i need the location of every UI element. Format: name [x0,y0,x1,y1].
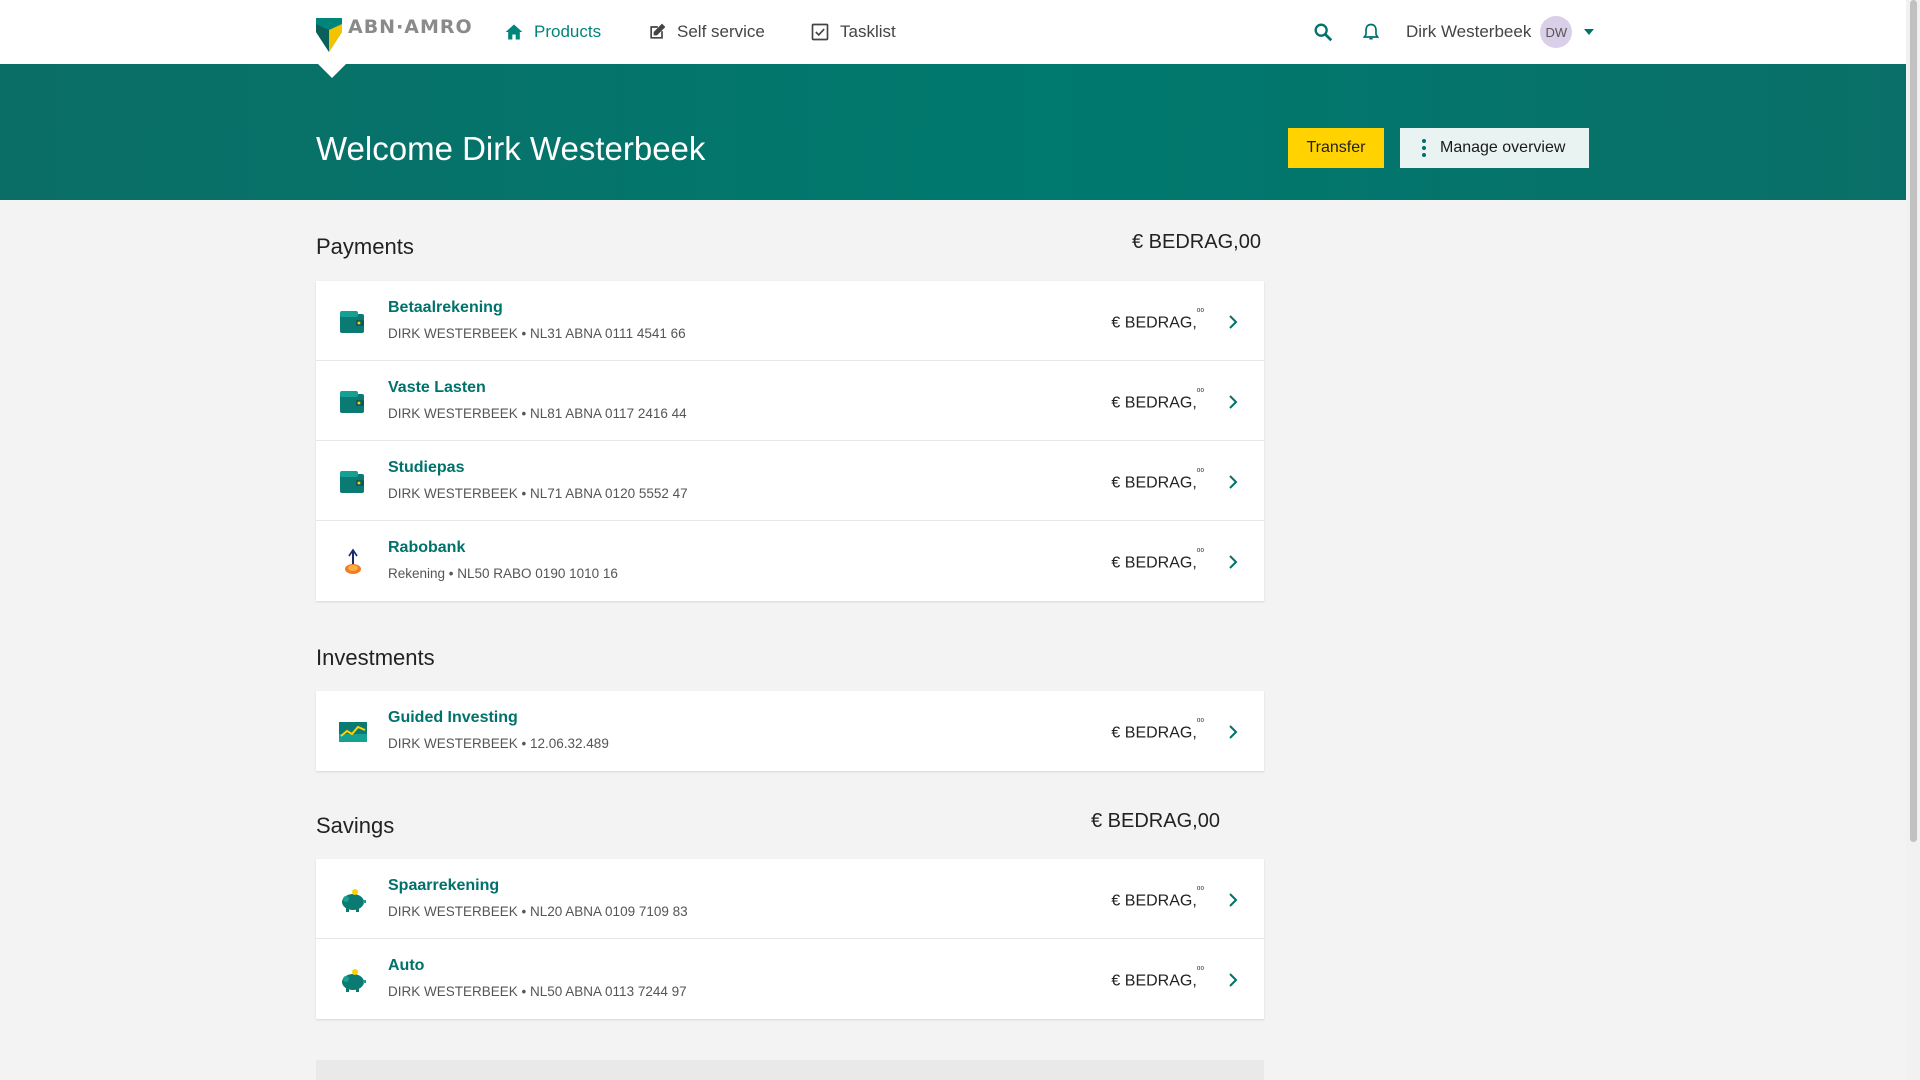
account-balance: € BEDRAG,⁰⁰ [1111,467,1204,492]
account-name: Betaalrekening [388,299,503,316]
account-row[interactable]: Spaarrekening DIRK WESTERBEEK • NL20 ABN… [316,859,1264,939]
account-row[interactable]: Studiepas DIRK WESTERBEEK • NL71 ABNA 01… [316,441,1264,521]
notifications-button[interactable] [1361,0,1381,64]
account-balance: € BEDRAG,⁰⁰ [1111,547,1204,572]
account-name: Rabobank [388,539,466,556]
account-row[interactable]: Vaste Lasten DIRK WESTERBEEK • NL81 ABNA… [316,361,1264,441]
rabobank-logo-icon [345,548,361,574]
account-row[interactable]: Guided Investing DIRK WESTERBEEK • 12.06… [316,691,1264,771]
account-details: DIRK WESTERBEEK • NL71 ABNA 0120 5552 47 [388,486,688,501]
chevron-down-icon [1584,29,1595,35]
nav-tasklist[interactable]: Tasklist [810,0,896,64]
account-balance: € BEDRAG,⁰⁰ [1111,885,1204,910]
account-balance: € BEDRAG,⁰⁰ [1111,307,1204,332]
chevron-right-icon[interactable] [1228,314,1238,330]
checkbox-icon [811,23,829,41]
chevron-right-icon[interactable] [1228,972,1238,988]
payments-card: Betaalrekening DIRK WESTERBEEK • NL31 AB… [316,281,1264,601]
nav-tasklist-label: Tasklist [840,22,896,41]
top-navigation: ABN·AMRO Products Self service Tasklist [0,0,1906,65]
abn-amro-logo[interactable]: ABN·AMRO [316,16,473,52]
investments-card: Guided Investing DIRK WESTERBEEK • 12.06… [316,691,1264,771]
account-name: Auto [388,957,425,974]
savings-total: € BEDRAG,00 [1091,810,1220,832]
edit-icon [650,23,666,39]
bell-icon [1362,23,1380,40]
page-title: Welcome Dirk Westerbeek [316,130,706,167]
account-balance: € BEDRAG,⁰⁰ [1111,387,1204,412]
welcome-banner: Welcome Dirk Westerbeek [0,64,1906,200]
account-name: Spaarrekening [388,877,500,894]
wallet-icon [340,471,364,493]
account-row[interactable]: Betaalrekening DIRK WESTERBEEK • NL31 AB… [316,281,1264,361]
active-nav-indicator [318,64,346,78]
brand-name: ABN·AMRO [348,16,473,38]
next-section-placeholder [316,1060,1264,1080]
chevron-right-icon[interactable] [1228,474,1238,490]
manage-overview-label: Manage overview [1440,139,1566,156]
chart-line-icon [339,722,367,742]
nav-products[interactable]: Products [504,0,601,64]
account-balance: € BEDRAG,⁰⁰ [1111,965,1204,990]
chevron-right-icon[interactable] [1228,724,1238,740]
account-row[interactable]: Rabobank Rekening • NL50 RABO 0190 1010 … [316,521,1264,601]
scrollbar-thumb[interactable] [1910,0,1917,842]
wallet-icon [340,391,364,413]
savings-heading: Savings [316,813,395,838]
home-icon [505,24,523,40]
account-name: Studiepas [388,459,465,476]
transfer-button[interactable]: Transfer [1288,128,1384,168]
piggy-bank-icon [342,969,366,992]
investments-heading: Investments [316,645,435,670]
more-vertical-icon [1422,139,1426,157]
chevron-right-icon[interactable] [1228,394,1238,410]
account-details: DIRK WESTERBEEK • NL81 ABNA 0117 2416 44 [388,406,687,421]
manage-overview-button[interactable]: Manage overview [1400,128,1589,168]
chevron-right-icon[interactable] [1228,554,1238,570]
account-name: Vaste Lasten [388,379,486,396]
account-balance: € BEDRAG,⁰⁰ [1111,717,1204,742]
search-icon [1314,23,1333,42]
savings-card: Spaarrekening DIRK WESTERBEEK • NL20 ABN… [316,859,1264,1019]
account-details: DIRK WESTERBEEK • NL20 ABNA 0109 7109 83 [388,904,688,919]
account-details: Rekening • NL50 RABO 0190 1010 16 [388,566,618,581]
payments-heading: Payments [316,234,414,259]
user-name: Dirk Westerbeek [1406,22,1532,41]
payments-total: € BEDRAG,00 [1132,231,1261,253]
abn-amro-shield-icon [316,18,342,52]
chevron-right-icon[interactable] [1228,892,1238,908]
piggy-bank-icon [342,889,366,912]
account-details: DIRK WESTERBEEK • 12.06.32.489 [388,736,609,751]
user-menu[interactable]: Dirk Westerbeek DW [1406,0,1595,64]
avatar: DW [1540,16,1573,48]
nav-products-label: Products [534,22,602,41]
nav-self-service[interactable]: Self service [647,0,765,64]
wallet-icon [340,311,364,333]
nav-self-service-label: Self service [677,22,765,41]
search-button[interactable] [1312,0,1334,64]
account-row[interactable]: Auto DIRK WESTERBEEK • NL50 ABNA 0113 72… [316,939,1264,1019]
account-details: DIRK WESTERBEEK • NL50 ABNA 0113 7244 97 [388,984,687,999]
account-name: Guided Investing [388,709,518,726]
account-details: DIRK WESTERBEEK • NL31 ABNA 0111 4541 66 [388,326,686,341]
